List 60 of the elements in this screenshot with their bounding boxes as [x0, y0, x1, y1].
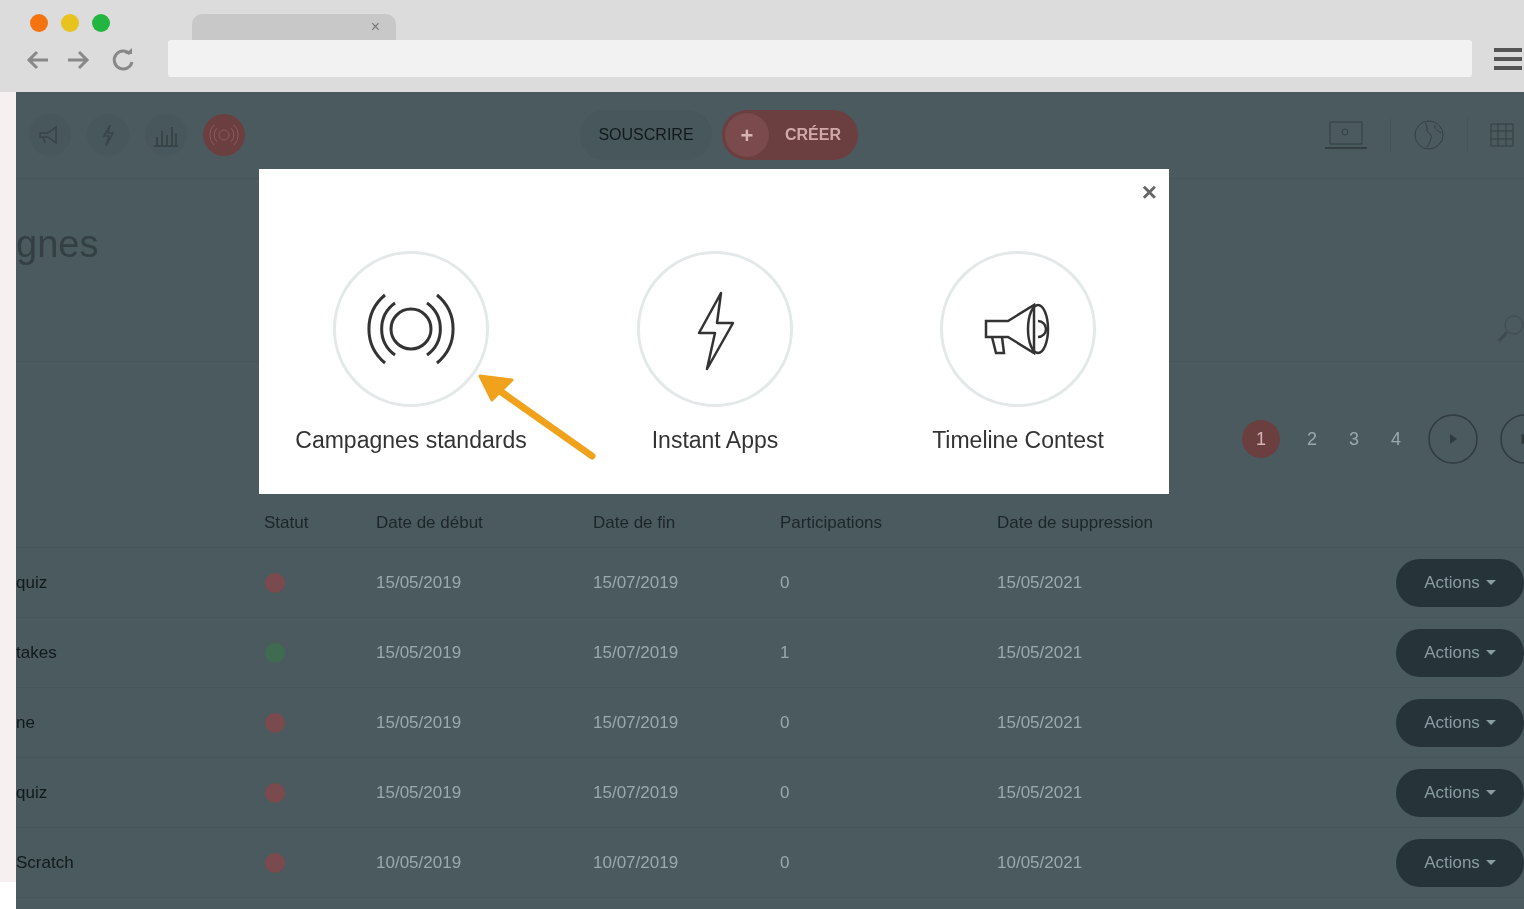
- table-cell-text: 15/05/2019: [376, 641, 463, 664]
- subscribe-button[interactable]: SOUSCRIRE: [580, 110, 712, 160]
- page-button[interactable]: 1: [1242, 420, 1280, 458]
- next-page-button[interactable]: [1428, 414, 1478, 464]
- table-cell-text: 1: [780, 641, 791, 664]
- option-label[interactable]: Campagnes standards: [295, 423, 527, 458]
- forward-icon[interactable]: [66, 50, 90, 70]
- table-cell-text: 15/05/2019: [376, 781, 463, 804]
- table-cell-text: 15/05/2019: [376, 711, 463, 734]
- back-icon[interactable]: [26, 50, 50, 70]
- table-cell-text: 15/05/2021: [997, 781, 1084, 804]
- address-bar[interactable]: [168, 40, 1472, 77]
- actions-button[interactable]: Actions: [1396, 628, 1524, 677]
- laptop-icon[interactable]: [1324, 119, 1368, 151]
- caret-icon: [1485, 579, 1496, 586]
- actions-button[interactable]: Actions: [1396, 768, 1524, 817]
- option-label[interactable]: Instant Apps: [651, 423, 779, 458]
- caret-icon: [1485, 649, 1496, 656]
- table-cell-text: 15/07/2019: [593, 641, 680, 664]
- table-cell-text: 15/05/2019: [376, 571, 463, 594]
- plus-icon: +: [725, 113, 769, 157]
- table-cell-text: 0: [780, 851, 791, 874]
- actions-button[interactable]: Actions: [1396, 838, 1524, 887]
- table-cell-text: 15/05/2021: [997, 711, 1084, 734]
- table-cell-text: 15/07/2019: [593, 571, 680, 594]
- reload-icon[interactable]: [110, 48, 136, 72]
- table-cell-text: 10/05/2021: [997, 851, 1084, 874]
- broadcast-icon[interactable]: [202, 113, 246, 157]
- table-cell-text: quiz: [16, 781, 49, 804]
- menu-icon[interactable]: [1494, 47, 1522, 71]
- close-button[interactable]: ×: [1141, 179, 1157, 205]
- caret-icon: [1485, 719, 1496, 726]
- close-window-icon[interactable]: [30, 14, 48, 32]
- maximize-window-icon[interactable]: [92, 14, 110, 32]
- caret-icon: [1485, 859, 1496, 866]
- table-cell-text: takes: [16, 641, 58, 664]
- page-button[interactable]: 2: [1302, 420, 1322, 458]
- table-cell-text: ne: [16, 711, 36, 734]
- table-cell-text: 0: [780, 781, 791, 804]
- table-cell-text: 15/07/2019: [593, 711, 680, 734]
- create-button[interactable]: + CRÉER: [722, 110, 858, 160]
- table-cell-text: 10/05/2019: [376, 851, 463, 874]
- table-cell-text: quiz: [16, 571, 49, 594]
- browser-tab[interactable]: ×: [192, 14, 396, 40]
- page-button[interactable]: 4: [1386, 420, 1406, 458]
- table-cell-text: Scratch: [16, 851, 75, 874]
- table-cell-text: 15/05/2021: [997, 571, 1084, 594]
- table-cell-text: 15/07/2019: [593, 781, 680, 804]
- table-cell-text: 10/07/2019: [593, 851, 680, 874]
- table-cell-text: 0: [780, 571, 791, 594]
- option-label[interactable]: Timeline Contest: [932, 423, 1104, 458]
- globe-icon[interactable]: [1413, 119, 1445, 151]
- table-cell-text: 0: [780, 711, 791, 734]
- actions-button[interactable]: Actions: [1396, 698, 1524, 747]
- caret-icon: [1485, 789, 1496, 796]
- table-cell-text: 15/05/2021: [997, 641, 1084, 664]
- actions-button[interactable]: Actions: [1396, 558, 1524, 607]
- minimize-window-icon[interactable]: [61, 14, 79, 32]
- tab-close-icon[interactable]: ×: [370, 15, 380, 39]
- page-button[interactable]: 3: [1344, 420, 1364, 458]
